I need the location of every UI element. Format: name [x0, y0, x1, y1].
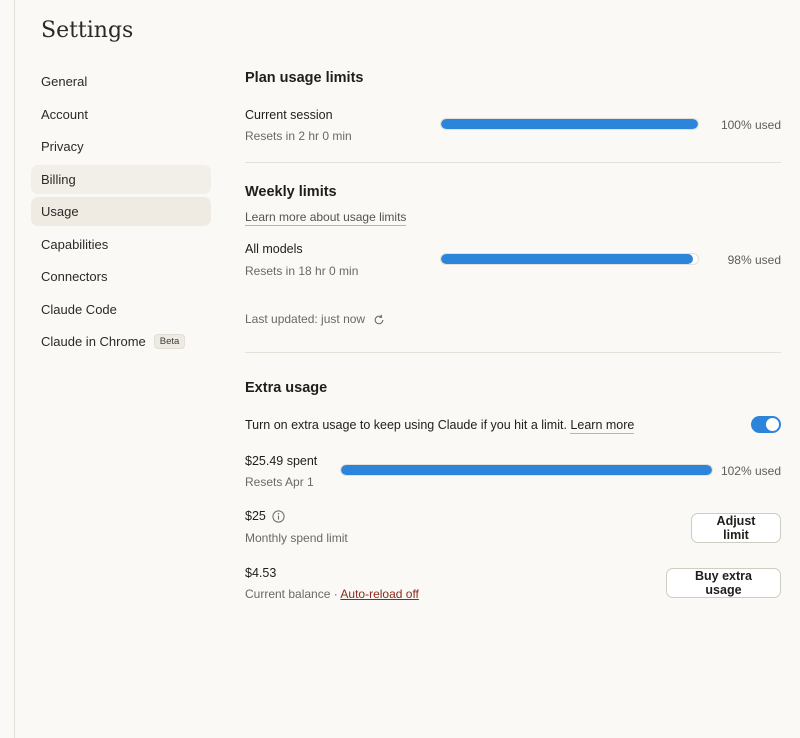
sidebar-item-usage[interactable]: Usage: [31, 197, 211, 226]
current-session-progress: [440, 118, 699, 130]
progress-fill: [341, 465, 712, 475]
extra-spent-progress: [340, 464, 713, 476]
balance-sub-text: Current balance ·: [245, 587, 341, 601]
balance-amount: $4.53: [245, 566, 277, 580]
extra-spent-percent: 102% used: [720, 464, 781, 478]
buy-extra-usage-button[interactable]: Buy extra usage: [666, 568, 781, 598]
progress-fill: [441, 254, 693, 264]
plan-usage-title: Plan usage limits: [245, 70, 364, 86]
learn-more-usage-limits-link[interactable]: Learn more about usage limits: [245, 210, 407, 226]
spend-limit-sub: Monthly spend limit: [245, 531, 348, 545]
refresh-icon[interactable]: [373, 313, 385, 325]
weekly-limits-title: Weekly limits: [245, 184, 337, 200]
sidebar-item-account[interactable]: Account: [31, 100, 211, 129]
beta-badge: Beta: [153, 334, 186, 349]
weekly-learn-more-row: Learn more about usage limits: [245, 208, 407, 226]
current-session-reset: Resets in 2 hr 0 min: [245, 129, 352, 143]
current-session-percent: 100% used: [720, 118, 781, 132]
sidebar-item-label: Privacy: [41, 139, 84, 154]
divider: [245, 352, 781, 353]
extra-usage-description: Turn on extra usage to keep using Claude…: [245, 418, 635, 434]
progress-fill: [441, 119, 698, 129]
sidebar-item-label: General: [41, 74, 88, 89]
sidebar-item-label: Claude Code: [41, 301, 117, 317]
adjust-limit-button[interactable]: Adjust limit: [691, 513, 781, 543]
extra-usage-title: Extra usage: [245, 380, 328, 396]
extra-spent-label: $25.49 spent: [245, 454, 318, 468]
sidebar-item-label: Usage: [41, 204, 79, 219]
sidebar-item-label: Billing: [41, 171, 76, 187]
sidebar-item-billing[interactable]: Billing: [31, 164, 211, 194]
extra-spent-reset: Resets Apr 1: [245, 475, 314, 489]
spend-limit-amount: $25: [245, 509, 266, 523]
sidebar-item-label: Claude in Chrome: [41, 334, 146, 349]
divider: [245, 162, 781, 163]
settings-app: Settings General Account Privacy Billing…: [14, 0, 800, 738]
page-title: Settings: [41, 18, 134, 43]
toggle-knob: [766, 418, 779, 431]
sidebar-item-capabilities[interactable]: Capabilities: [31, 230, 211, 259]
extra-usage-description-text: Turn on extra usage to keep using Claude…: [245, 418, 567, 432]
all-models-label: All models: [245, 242, 303, 256]
sidebar-item-label: Capabilities: [41, 236, 109, 252]
sidebar-item-claude-in-chrome[interactable]: Claude in Chrome Beta: [31, 327, 211, 356]
extra-usage-toggle[interactable]: [751, 416, 781, 433]
all-models-progress: [440, 253, 699, 265]
info-icon[interactable]: [272, 509, 285, 523]
all-models-reset: Resets in 18 hr 0 min: [245, 264, 359, 278]
extra-usage-learn-more-link[interactable]: Learn more: [570, 418, 635, 434]
spend-limit-row: $25: [245, 509, 285, 523]
all-models-percent: 98% used: [727, 253, 781, 267]
current-session-label: Current session: [245, 108, 333, 122]
sidebar-item-privacy[interactable]: Privacy: [31, 132, 211, 161]
last-updated-row: Last updated: just now: [245, 312, 385, 326]
balance-sub: Current balance · Auto-reload off: [245, 587, 419, 601]
last-updated-text: Last updated: just now: [245, 312, 366, 326]
sidebar-item-label: Connectors: [41, 269, 108, 284]
sidebar-item-connectors[interactable]: Connectors: [31, 262, 211, 291]
sidebar-item-claude-code[interactable]: Claude Code: [31, 295, 211, 324]
sidebar-item-label: Account: [41, 106, 88, 122]
sidebar: General Account Privacy Billing Usage Ca…: [31, 67, 211, 360]
auto-reload-link[interactable]: Auto-reload off: [340, 587, 419, 601]
sidebar-item-general[interactable]: General: [31, 67, 211, 96]
